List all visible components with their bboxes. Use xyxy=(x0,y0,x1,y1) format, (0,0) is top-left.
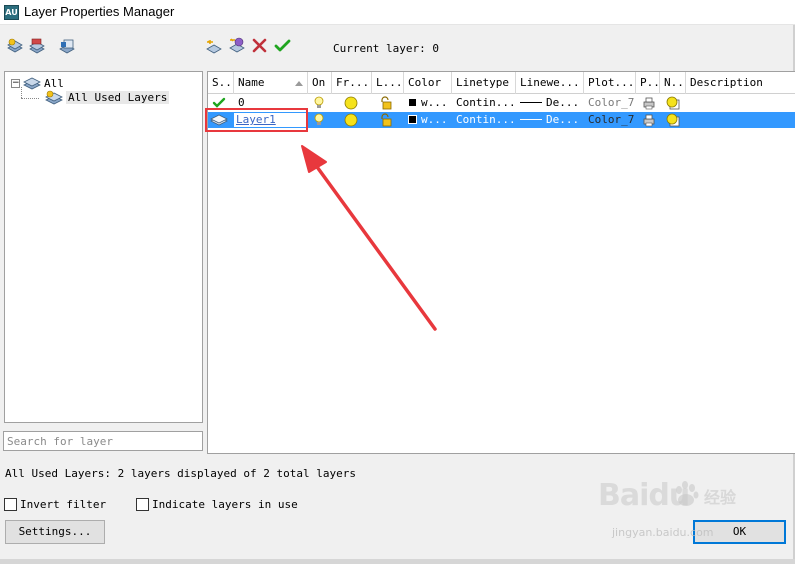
new-layer-vp-frozen-icon[interactable] xyxy=(228,37,246,53)
window-title: Layer Properties Manager xyxy=(24,4,175,19)
column-freeze[interactable]: Fr... xyxy=(332,72,372,94)
delete-layer-icon[interactable] xyxy=(251,38,269,54)
checkbox-box[interactable] xyxy=(4,498,17,511)
column-lineweight[interactable]: Linewe... xyxy=(516,72,584,94)
layer-lineweight[interactable]: De... xyxy=(516,112,584,128)
layer-plot-style: Color_7 xyxy=(588,113,635,126)
ok-button[interactable]: OK xyxy=(693,520,786,544)
layer-lineweight[interactable]: De... xyxy=(516,95,584,111)
lineweight-value: De... xyxy=(546,113,580,126)
color-swatch xyxy=(408,115,417,124)
checkbox-box[interactable] xyxy=(136,498,149,511)
layer-color[interactable]: w... xyxy=(404,95,452,111)
lightbulb-on-icon[interactable] xyxy=(312,96,326,110)
indicate-layers-label: Indicate layers in use xyxy=(152,498,298,511)
layer-linetype[interactable]: Contin... xyxy=(452,112,516,128)
new-group-filter-icon[interactable] xyxy=(28,38,46,54)
lineweight-sample xyxy=(520,102,542,103)
collapse-toggle-icon[interactable]: − xyxy=(11,78,20,88)
layer-stack-icon xyxy=(23,77,41,90)
grid-header: S.. Name On Fr... L... Color Linetype Li… xyxy=(208,72,795,94)
title-bar: AU Layer Properties Manager xyxy=(0,0,795,25)
layer-linetype[interactable]: Contin... xyxy=(452,95,516,111)
current-layer-label: Current layer: 0 xyxy=(333,42,439,55)
lineweight-value: De... xyxy=(546,96,580,109)
invert-filter-label: Invert filter xyxy=(20,498,107,511)
status-text: All Used Layers: 2 layers displayed of 2… xyxy=(5,467,356,480)
unlock-icon[interactable] xyxy=(379,96,393,110)
printer-icon[interactable] xyxy=(642,96,656,110)
column-linetype[interactable]: Linetype xyxy=(452,72,516,94)
color-swatch xyxy=(408,98,417,107)
invert-filter-checkbox[interactable]: Invert filter xyxy=(4,498,106,511)
column-description[interactable]: Description xyxy=(686,72,795,94)
column-new-vp-freeze[interactable]: N.. xyxy=(660,72,686,94)
indicate-layers-checkbox[interactable]: Indicate layers in use xyxy=(136,498,298,511)
sun-thawed-icon[interactable] xyxy=(344,113,358,127)
color-name: w... xyxy=(421,113,448,126)
tree-node-all[interactable]: − All xyxy=(11,76,64,90)
settings-button[interactable]: Settings... xyxy=(5,520,105,544)
column-plot[interactable]: P.. xyxy=(636,72,660,94)
color-name: w... xyxy=(421,96,448,109)
bottom-border xyxy=(0,559,795,564)
column-on[interactable]: On xyxy=(308,72,332,94)
sort-ascending-icon xyxy=(295,81,303,86)
column-name-label: Name xyxy=(238,76,265,89)
lightbulb-on-icon[interactable] xyxy=(312,113,326,127)
filter-layers-icon xyxy=(45,90,63,105)
app-icon: AU xyxy=(4,5,19,20)
printer-icon[interactable] xyxy=(642,113,656,127)
tree-connector xyxy=(21,98,39,99)
layer-plot-style: Color_7 xyxy=(588,96,635,109)
paw-logo-icon xyxy=(676,481,699,506)
tree-node-all-used-layers[interactable]: All Used Layers xyxy=(45,90,170,105)
set-current-icon[interactable] xyxy=(274,38,292,54)
layer-states-manager-icon[interactable] xyxy=(58,38,76,54)
watermark-brand: Baidu xyxy=(598,478,690,513)
watermark-cn: 经验 xyxy=(704,488,737,507)
column-color[interactable]: Color xyxy=(404,72,452,94)
sun-thawed-icon[interactable] xyxy=(344,96,358,110)
tree-node-all-used-layers-label: All Used Layers xyxy=(66,91,170,104)
lineweight-sample xyxy=(520,119,542,120)
new-layer-icon[interactable] xyxy=(205,38,223,54)
column-plot-style[interactable]: Plot... xyxy=(584,72,636,94)
column-lock[interactable]: L... xyxy=(372,72,404,94)
tree-node-all-label: All xyxy=(44,76,64,90)
column-name[interactable]: Name xyxy=(234,72,308,94)
column-status[interactable]: S.. xyxy=(208,72,234,94)
tree-connector xyxy=(21,87,22,98)
annotation-highlight-box xyxy=(205,108,308,132)
new-property-filter-icon[interactable] xyxy=(6,38,24,54)
search-layer-input[interactable]: Search for layer xyxy=(3,431,203,451)
new-vp-freeze-icon[interactable] xyxy=(666,113,680,127)
filter-tree-panel[interactable]: − All All Used Layers xyxy=(4,71,203,423)
layer-color[interactable]: w... xyxy=(404,112,452,128)
new-vp-freeze-icon[interactable] xyxy=(666,96,680,110)
unlock-icon[interactable] xyxy=(379,113,393,127)
